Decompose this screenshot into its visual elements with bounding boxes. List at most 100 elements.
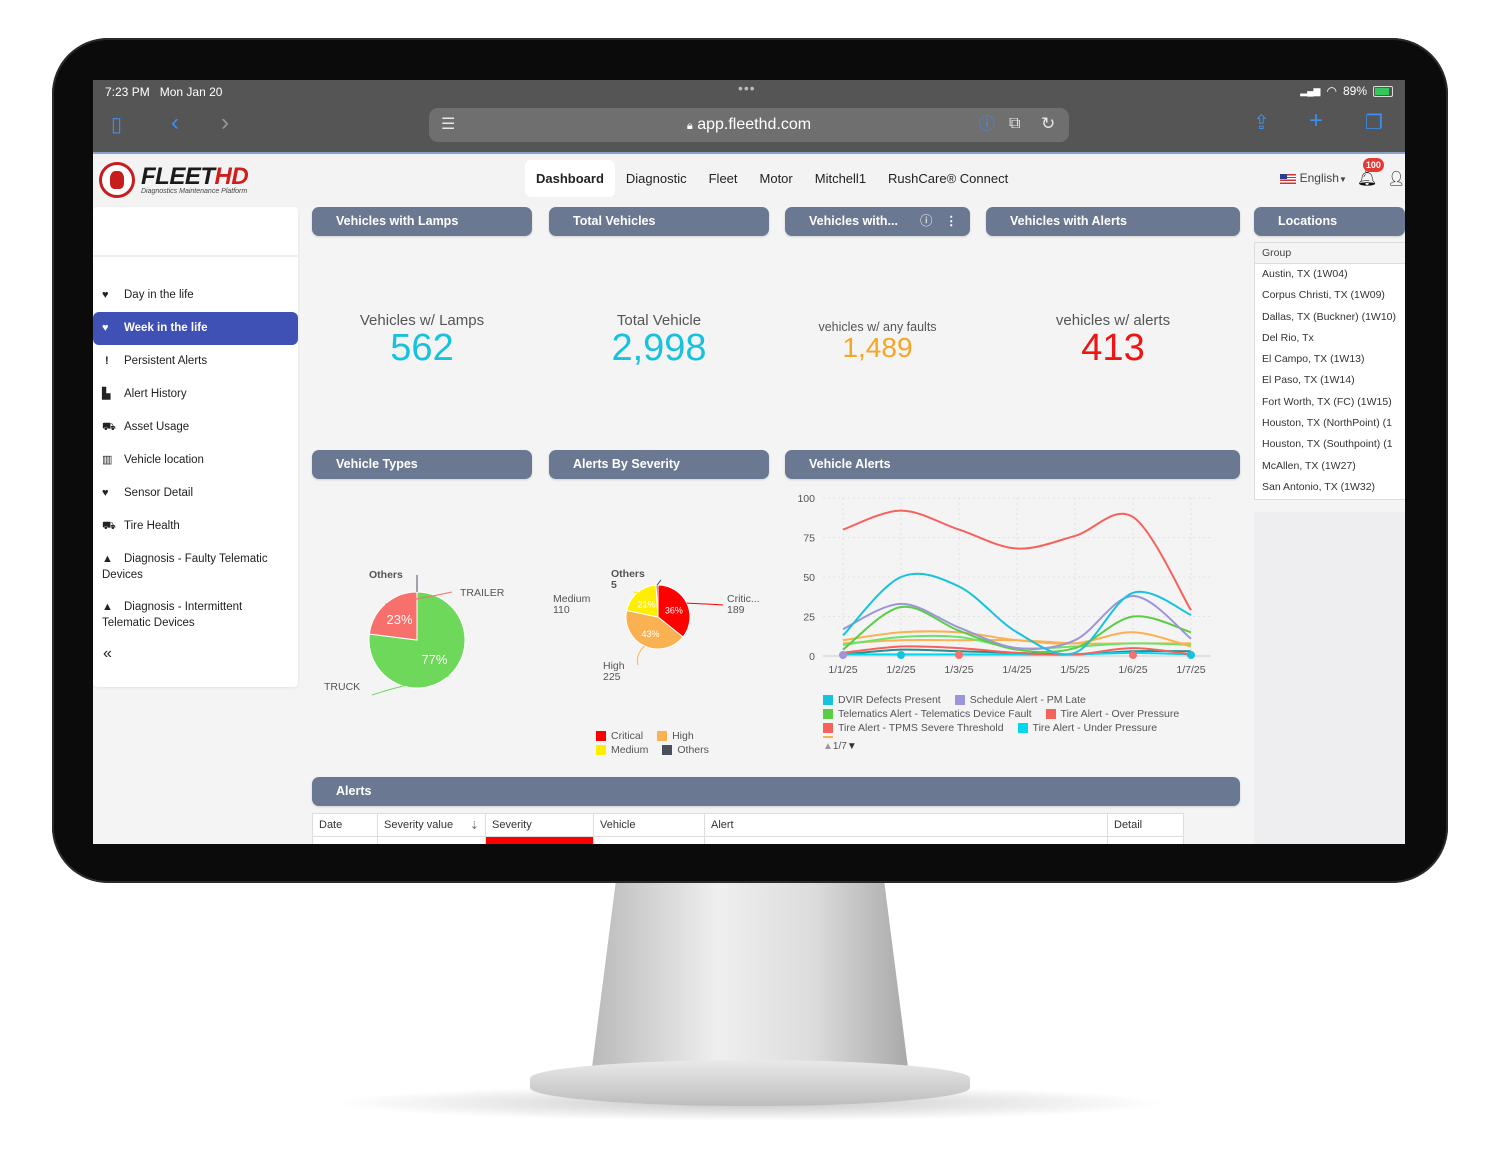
locations-header[interactable]: Group [1255, 243, 1405, 264]
monitor-stand [590, 883, 910, 1083]
data-point-marker [1187, 651, 1195, 659]
sort-icon[interactable]: ⇣ [470, 819, 479, 832]
location-row[interactable]: El Paso, TX (1W14) [1255, 370, 1405, 391]
legend-item-clipped [823, 736, 1243, 738]
severity-legend: Critical High Medium Others [596, 730, 756, 758]
more-vert-icon[interactable]: ⋮ [945, 207, 958, 236]
back-icon[interactable]: ‹ [171, 111, 179, 135]
fleethd-logo[interactable]: FLEETHD Diagnostics Maintenance Platform [99, 158, 249, 202]
sidebar-item-week-in-the-life[interactable]: ♥ Week in the life [93, 312, 298, 345]
logo-subtitle: Diagnostics Maintenance Platform [141, 187, 248, 195]
truck-moving-icon: ⛟ [102, 421, 116, 433]
sidebar-item-alert-history[interactable]: ▙ Alert History [93, 378, 298, 411]
sidebar-item-diagnosis-faulty[interactable]: ▲ Diagnosis - Faulty Telematic Devices [93, 543, 298, 591]
column-alert[interactable]: Alert [704, 813, 1108, 837]
legend-item-medium[interactable]: Medium [596, 744, 648, 756]
location-row[interactable]: Dallas, TX (Buckner) (1W10) [1255, 307, 1405, 328]
legend-prev-icon[interactable]: ▲ [823, 741, 833, 752]
location-row[interactable]: El Campo, TX (1W13) [1255, 349, 1405, 370]
kpi-vehicles-with-faults: vehicles w/ any faults 1,489 [785, 320, 970, 362]
sidebar-top [93, 207, 298, 257]
sidebar-item-diagnosis-intermittent[interactable]: ▲ Diagnosis - Intermittent Telematic Devi… [93, 591, 298, 639]
kpi-value: 562 [390, 327, 454, 369]
pie-outer-label: TRAILER [460, 587, 505, 599]
extension-icon[interactable]: ⧉ [1009, 114, 1020, 134]
column-date[interactable]: Date [312, 813, 378, 837]
pie-value-label: 21% [637, 600, 655, 610]
sidebar-item-sensor-detail[interactable]: ♥ Sensor Detail [93, 477, 298, 510]
location-row[interactable]: Houston, TX (NorthPoint) (1 [1255, 413, 1405, 434]
nav-mitchell1[interactable]: Mitchell1 [804, 160, 877, 197]
legend-item[interactable]: Tire Alert - Over Pressure [1045, 708, 1179, 720]
column-severity-value[interactable]: Severity value ⇣ [377, 813, 486, 837]
nav-rushcare-connect[interactable]: RushCare® Connect [877, 160, 1019, 197]
column-severity[interactable]: Severity [485, 813, 594, 837]
forward-icon[interactable]: › [221, 111, 229, 135]
info-icon[interactable]: ⓘ [920, 207, 933, 236]
data-point-marker [955, 651, 963, 659]
battery-percent: 89% [1342, 84, 1367, 98]
legend-item[interactable]: Telematics Alert - Telematics Device Fau… [823, 708, 1032, 720]
location-row[interactable]: Austin, TX (1W04) [1255, 264, 1405, 285]
legend-next-icon[interactable]: ▼ [847, 741, 857, 752]
vehicle-alerts-legend: DVIR Defects Present Schedule Alert - PM … [823, 694, 1243, 738]
sidebar-item-tire-health[interactable]: ⛟ Tire Health [93, 510, 298, 543]
warning-icon: ▲ [102, 553, 113, 565]
nav-motor[interactable]: Motor [749, 160, 804, 197]
legend-item[interactable]: Tire Alert - TPMS Severe Threshold [823, 722, 1004, 734]
severity-cell [485, 836, 594, 844]
battery-icon [1373, 85, 1393, 97]
new-tab-icon[interactable]: + [1309, 109, 1323, 133]
sidebar-menu: ♥ Day in the life ♥ Week in the life ! Pers… [93, 257, 298, 669]
info-icon[interactable]: ⓘ [979, 115, 995, 135]
y-tick-label: 100 [797, 493, 815, 505]
reload-icon[interactable]: ↻ [1041, 114, 1055, 134]
legend-item[interactable]: DVIR Defects Present [823, 694, 941, 706]
sidebar-item-persistent-alerts[interactable]: ! Persistent Alerts [93, 345, 298, 378]
address-bar[interactable]: ☰ 🔒︎ app.fleethd.com ⓘ ⧉ ↻ [429, 108, 1069, 142]
nav-diagnostic[interactable]: Diagnostic [615, 160, 698, 197]
file-medical-icon: ▙ [102, 388, 111, 400]
location-row[interactable]: McAllen, TX (1W27) [1255, 456, 1405, 477]
data-point-marker [897, 651, 905, 659]
location-row[interactable]: San Antonio, TX (1W32) [1255, 477, 1405, 498]
sidebar-toggle-icon[interactable]: ▯ [111, 115, 122, 135]
pie-outer-label: TRUCK [324, 681, 360, 693]
location-row[interactable]: Fort Worth, TX (FC) (1W15) [1255, 392, 1405, 413]
language-select[interactable]: English▼ [1279, 171, 1347, 185]
sidebar: ♥ Day in the life ♥ Week in the life ! Pers… [93, 207, 298, 687]
legend-item-critical[interactable]: Critical [596, 730, 643, 742]
panel-header-vehicle-alerts: Vehicle Alerts [785, 450, 1240, 479]
legend-item-high[interactable]: High [657, 730, 694, 742]
collapse-sidebar-button[interactable]: « [93, 639, 298, 669]
location-row[interactable]: Corpus Christi, TX (1W09) [1255, 285, 1405, 306]
header-actions: English▼ 🔔︎ 100 👤︎ [1279, 158, 1405, 188]
locations-table: Group Austin, TX (1W04) Corpus Christi, T… [1254, 242, 1405, 500]
location-row[interactable]: Houston, TX (Southpoint) (1 [1255, 434, 1405, 455]
column-vehicle[interactable]: Vehicle [593, 813, 705, 837]
sidebar-item-day-in-the-life[interactable]: ♥ Day in the life [93, 279, 298, 312]
pie-leader-line [636, 645, 645, 666]
nav-dashboard[interactable]: Dashboard [525, 160, 615, 197]
sidebar-item-vehicle-location[interactable]: ▥ Vehicle location [93, 444, 298, 477]
location-row[interactable]: Del Rio, Tx [1255, 328, 1405, 349]
truck-icon: ⛟ [102, 520, 116, 532]
legend-swatch [1045, 709, 1056, 719]
nav-fleet[interactable]: Fleet [698, 160, 749, 197]
column-detail[interactable]: Detail [1107, 813, 1184, 837]
legend-item[interactable]: Schedule Alert - PM Late [954, 694, 1086, 706]
pie-value-label: 23% [387, 612, 413, 627]
legend-item-others[interactable]: Others [662, 744, 709, 756]
notifications-button[interactable]: 🔔︎ 100 [1357, 158, 1384, 188]
tabs-icon[interactable]: ❐ [1365, 113, 1383, 133]
legend-item[interactable]: Tire Alert - Under Pressure [1017, 722, 1157, 734]
url-text[interactable]: 🔒︎ app.fleethd.com [429, 116, 1069, 134]
us-flag-icon [1279, 173, 1296, 184]
share-icon[interactable]: ⇪ [1253, 113, 1270, 133]
sidebar-item-asset-usage[interactable]: ⛟ Asset Usage [93, 411, 298, 444]
notification-badge: 100 [1362, 158, 1384, 172]
user-icon[interactable]: 👤︎ [1387, 170, 1405, 187]
panel-header-total-vehicles: Total Vehicles [549, 207, 769, 236]
x-tick-label: 1/2/25 [886, 664, 915, 676]
more-dots[interactable]: ••• [738, 80, 756, 96]
